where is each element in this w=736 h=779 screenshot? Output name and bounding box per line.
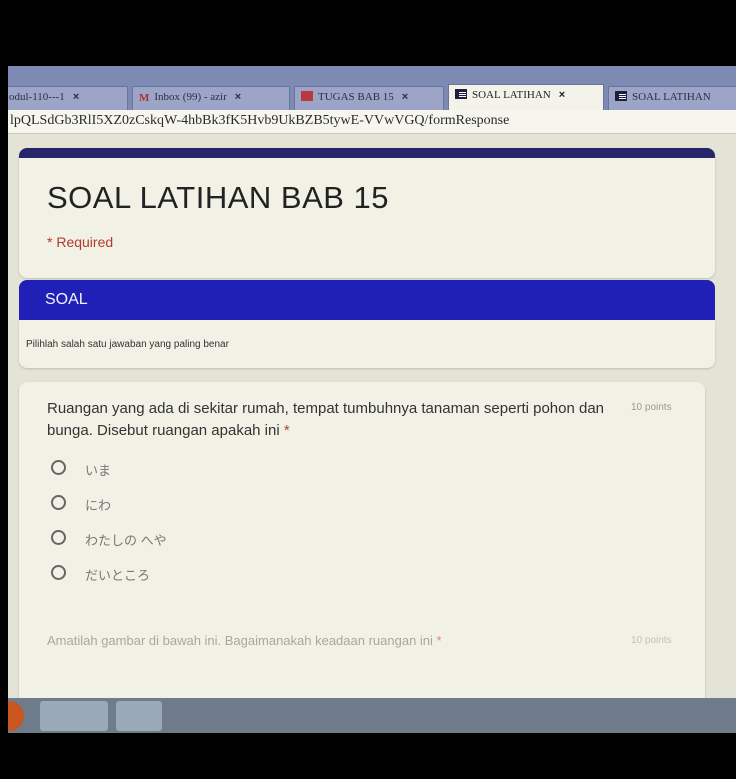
tab-label: Inbox (99) - azir	[154, 91, 227, 103]
question-text: Ruangan yang ada di sekitar rumah, tempa…	[47, 398, 607, 442]
screen: odul-110---1 × M Inbox (99) - azir × TUGAS …	[8, 66, 736, 733]
browser-tab[interactable]: M Inbox (99) - azir ×	[132, 86, 290, 110]
option-label: にわ	[85, 498, 112, 513]
close-icon[interactable]: ×	[235, 91, 241, 103]
section-description: Pilihlah salah satu jawaban yang paling …	[19, 320, 715, 368]
tab-label: SOAL LATIHAN	[632, 91, 711, 103]
tab-label: TUGAS BAB 15	[318, 91, 394, 103]
browser-tab-active[interactable]: SOAL LATIHAN ×	[448, 84, 604, 110]
address-bar[interactable]: lpQLSdGb3RlI5XZ0zCskqW-4hbBk3fK5Hvb9UkBZ…	[8, 110, 736, 134]
question-2-text: Amatilah gambar di bawah ini. Bagaimanak…	[47, 633, 442, 648]
radio-button[interactable]	[51, 565, 66, 580]
question-label: Ruangan yang ada di sekitar rumah, tempa…	[47, 400, 605, 439]
gmail-icon: M	[139, 92, 150, 104]
form-title: SOAL LATIHAN BAB 15	[47, 180, 390, 215]
slides-icon	[301, 91, 313, 101]
required-asterisk: *	[436, 633, 442, 648]
option-label: だいところ	[85, 568, 151, 583]
question-2-label: Amatilah gambar di bawah ini. Bagaimanak…	[47, 633, 433, 648]
section-title: SOAL	[19, 280, 715, 320]
close-icon[interactable]: ×	[402, 91, 408, 103]
question-card: Ruangan yang ada di sekitar rumah, tempa…	[19, 382, 705, 712]
taskbar-explorer-button[interactable]	[40, 701, 108, 731]
tab-label: SOAL LATIHAN	[472, 89, 551, 101]
required-note: * Required	[47, 234, 114, 250]
radio-button[interactable]	[51, 495, 66, 510]
browser-tab[interactable]: SOAL LATIHAN	[608, 86, 736, 110]
question-2-points: 10 points	[631, 635, 672, 646]
forms-icon	[615, 91, 627, 101]
close-icon[interactable]: ×	[73, 91, 79, 103]
forms-icon	[455, 89, 467, 99]
taskbar-app-button[interactable]	[116, 701, 162, 731]
browser-tab[interactable]: TUGAS BAB 15 ×	[294, 86, 444, 110]
start-button[interactable]	[8, 701, 24, 731]
radio-button[interactable]	[51, 460, 66, 475]
required-asterisk: *	[283, 422, 290, 439]
option-label: いま	[85, 463, 112, 478]
form-page: SOAL LATIHAN BAB 15 * Required SOAL Pili…	[8, 134, 736, 712]
close-icon[interactable]: ×	[559, 89, 565, 101]
radio-button[interactable]	[51, 530, 66, 545]
tab-label: odul-110---1	[9, 91, 65, 103]
question-points: 10 points	[631, 402, 672, 413]
form-header-card: SOAL LATIHAN BAB 15 * Required	[19, 148, 715, 278]
option-label: わたしの へや	[85, 533, 167, 548]
os-taskbar	[8, 698, 736, 733]
browser-tab-bar: odul-110---1 × M Inbox (99) - azir × TUGAS …	[8, 66, 736, 110]
browser-tab[interactable]: odul-110---1 ×	[8, 86, 128, 110]
